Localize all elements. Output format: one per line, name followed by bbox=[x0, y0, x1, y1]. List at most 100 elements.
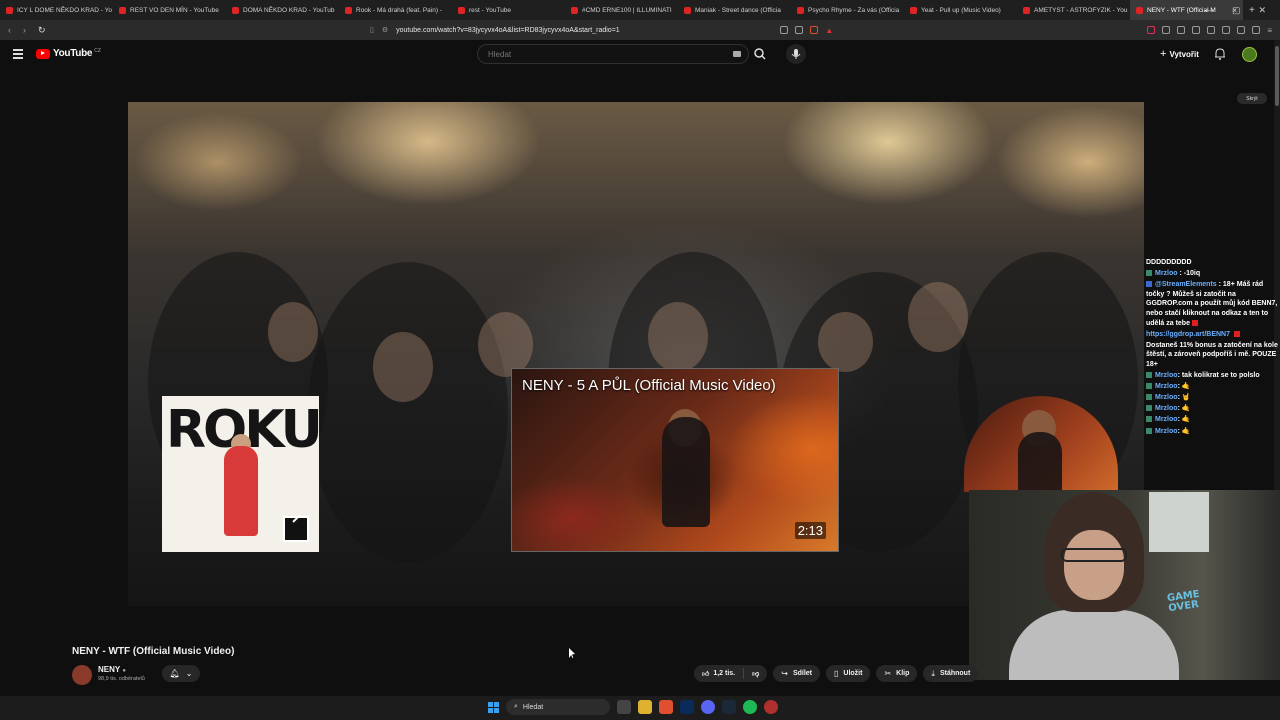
youtube-logo[interactable]: YouTube CZ bbox=[36, 48, 101, 59]
browser-tab[interactable]: REST VO DEN MÍN - YouTube bbox=[113, 0, 226, 20]
spotify-icon[interactable] bbox=[743, 700, 757, 714]
chat-link[interactable]: https://ggdrop.art/BENN7 bbox=[1146, 330, 1280, 340]
emote-icon: 🤙 bbox=[1181, 427, 1191, 435]
steam-icon[interactable] bbox=[722, 700, 736, 714]
bookmark-icon: ▯ bbox=[834, 669, 839, 678]
bell-icon: 🔔︎ bbox=[169, 669, 180, 678]
channel-name[interactable]: NENY ● bbox=[98, 665, 126, 674]
channel-avatar bbox=[1018, 432, 1062, 492]
reload-icon[interactable]: ↻ bbox=[38, 25, 46, 36]
browser-tab[interactable]: #CMD ERNE100 | ILLUMINATI bbox=[565, 0, 678, 20]
thumbs-down-icon: 👎︎ bbox=[752, 671, 760, 678]
discord-icon[interactable] bbox=[701, 700, 715, 714]
keyboard-icon[interactable] bbox=[733, 51, 741, 57]
brave-shield-icon[interactable] bbox=[810, 26, 819, 34]
minimize-icon[interactable]: — bbox=[1205, 5, 1214, 15]
create-button[interactable]: + Vytvořit bbox=[1160, 48, 1199, 60]
back-icon[interactable]: ‹ bbox=[8, 25, 11, 35]
youtube-favicon-icon bbox=[797, 6, 804, 14]
extension-icon[interactable] bbox=[1222, 26, 1231, 34]
endscreen-album-card[interactable]: ROKU bbox=[162, 396, 319, 552]
chat-badge-icon bbox=[1146, 427, 1152, 434]
file-explorer-icon[interactable] bbox=[638, 700, 652, 714]
maximize-icon[interactable]: ▢ bbox=[1232, 5, 1241, 16]
emote-icon: 🤙 bbox=[1181, 383, 1191, 391]
bookmark-icon[interactable]: ▯ bbox=[370, 26, 374, 34]
browser-tab[interactable]: Rook - Má drahá (feat. Pain) - bbox=[339, 0, 452, 20]
photoshop-icon[interactable] bbox=[680, 700, 694, 714]
taskbar-search[interactable]: ⌕ Hledat bbox=[506, 699, 610, 715]
download-button[interactable]: ⤓ Stáhnout bbox=[923, 665, 979, 682]
endscreen-video-card[interactable]: NENY - 5 A PŮL (Official Music Video) 2:… bbox=[511, 368, 839, 552]
extension-icon[interactable] bbox=[1147, 26, 1156, 34]
extension-icon[interactable] bbox=[1237, 26, 1246, 34]
windows-start-icon[interactable] bbox=[488, 701, 499, 713]
dislike-button[interactable]: 👎︎ bbox=[744, 669, 767, 678]
close-window-icon[interactable]: ✕ bbox=[1258, 5, 1266, 16]
user-avatar[interactable] bbox=[1242, 47, 1257, 62]
video-thumbnail-figure bbox=[662, 417, 710, 527]
youtube-play-icon bbox=[36, 48, 50, 59]
youtube-favicon-icon bbox=[910, 6, 917, 14]
like-dislike-group: 👍︎ 1,2 tis. 👎︎ bbox=[694, 665, 768, 682]
chat-message: @StreamElements : 18+ Máš rád točky ? Mů… bbox=[1146, 281, 1278, 327]
hide-chip-button[interactable]: Skrýt bbox=[1237, 93, 1267, 104]
browser-tab[interactable]: Yeat - Pull up (Music Video) bbox=[904, 0, 1017, 20]
browser-tab[interactable]: AMETYST - ASTROFYZIK - You bbox=[1017, 0, 1130, 20]
clip-button[interactable]: ✂ Klip bbox=[876, 665, 918, 682]
site-info-icon[interactable]: ⚙ bbox=[382, 26, 388, 34]
browser-tab[interactable]: ICY L DOME NĚKDO KRAD - Yo bbox=[0, 0, 113, 20]
video-actions: 👍︎ 1,2 tis. 👎︎ ↪ Sdílet ▯ Uložit ✂ Klip ⤓ Stá… bbox=[694, 665, 979, 682]
bot-badge-icon bbox=[1146, 281, 1152, 288]
emote-icon: 🤙 bbox=[1181, 416, 1191, 424]
browser-tab-strip: ICY L DOME NĚKDO KRAD - Yo REST VO DEN M… bbox=[0, 0, 1280, 20]
emote-icon: 🤙 bbox=[1181, 405, 1191, 413]
notifications-bell-icon[interactable] bbox=[1214, 47, 1226, 61]
install-app-icon[interactable] bbox=[780, 26, 789, 34]
extension-icon[interactable] bbox=[1177, 26, 1186, 34]
youtube-favicon-icon bbox=[119, 6, 126, 14]
chat-badge-icon bbox=[1146, 270, 1152, 277]
youtube-favicon-icon bbox=[345, 6, 352, 14]
scrollbar-thumb[interactable] bbox=[1275, 46, 1279, 106]
chat-message: Mrzloo: 🤙 bbox=[1146, 415, 1280, 425]
channel-avatar[interactable] bbox=[72, 665, 92, 685]
search-icon[interactable] bbox=[752, 47, 768, 61]
emote-icon: 🤘 bbox=[1181, 394, 1191, 402]
obs-icon[interactable] bbox=[764, 700, 778, 714]
browser-tab[interactable]: Psycho Rhyme - Za vás (Officia bbox=[791, 0, 904, 20]
save-button[interactable]: ▯ Uložit bbox=[826, 665, 871, 682]
external-link-icon bbox=[283, 516, 309, 542]
brave-browser-icon[interactable] bbox=[659, 700, 673, 714]
chevron-down-icon: ⌄ bbox=[185, 669, 193, 678]
menu-icon[interactable]: ≡ bbox=[1267, 26, 1272, 35]
thumbs-up-icon: 👍︎ bbox=[702, 671, 710, 678]
browser-tab[interactable]: DOMA NĚKDO KRAD - YouTub bbox=[226, 0, 339, 20]
warning-icon[interactable]: ▲ bbox=[825, 26, 833, 35]
chat-badge-icon bbox=[1146, 372, 1152, 379]
hamburger-menu-icon[interactable] bbox=[13, 49, 23, 61]
extension-icon[interactable] bbox=[1192, 26, 1201, 34]
browser-tab[interactable]: Maniak - Street dance (Officia bbox=[678, 0, 791, 20]
chat-message: DDDDDDDDD bbox=[1146, 259, 1192, 266]
youtube-favicon-icon bbox=[6, 6, 13, 14]
forward-icon[interactable]: › bbox=[23, 25, 26, 35]
subscription-bell-button[interactable]: 🔔︎ ⌄ bbox=[162, 665, 200, 682]
subscriber-count: 98,9 tis. odběratelů bbox=[98, 676, 145, 682]
task-view-icon[interactable] bbox=[617, 700, 631, 714]
scissors-icon: ✂ bbox=[884, 669, 892, 678]
plus-icon: + bbox=[1160, 48, 1167, 60]
window-controls: — ▢ ✕ bbox=[1205, 0, 1280, 20]
like-button[interactable]: 👍︎ 1,2 tis. bbox=[694, 668, 745, 679]
extension-icon[interactable] bbox=[1162, 26, 1171, 34]
extension-icon[interactable] bbox=[1207, 26, 1216, 34]
share-icon[interactable] bbox=[795, 26, 804, 34]
browser-tab[interactable]: rest - YouTube bbox=[452, 0, 565, 20]
share-button[interactable]: ↪ Sdílet bbox=[773, 665, 820, 682]
search-input[interactable] bbox=[486, 49, 720, 60]
mic-button[interactable] bbox=[786, 44, 806, 64]
mic-icon bbox=[791, 49, 801, 59]
extension-icon[interactable] bbox=[1252, 26, 1261, 34]
chat-message: Mrzloo: 🤘 bbox=[1146, 393, 1280, 403]
game-over-poster: GAME OVER bbox=[1166, 588, 1201, 615]
